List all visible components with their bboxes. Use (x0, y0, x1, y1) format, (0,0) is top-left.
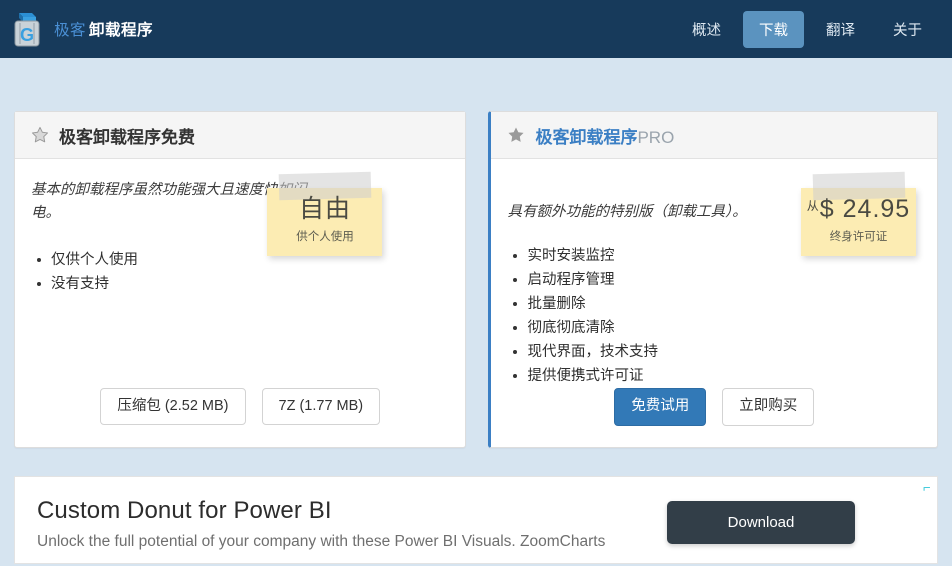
pro-sticky-main: 从$ 24.95 (801, 188, 916, 224)
free-feature-list: 仅供个人使用 没有支持 (31, 248, 449, 296)
star-outline-icon (31, 126, 49, 143)
nav-link-translate[interactable]: 翻译 (810, 11, 871, 48)
free-trial-button[interactable]: 免费试用 (614, 388, 707, 426)
download-zip-button[interactable]: 压缩包 (2.52 MB) (100, 387, 246, 425)
brand-prefix: 极客 (54, 22, 87, 39)
free-sticky-sub: 供个人使用 (296, 230, 354, 243)
ad-download-button[interactable]: Download (667, 501, 855, 544)
pro-card-title-main: 极客卸载程序 (535, 127, 638, 147)
list-item: 批量删除 (507, 292, 921, 316)
free-card-body: 自由 供个人使用 基本的卸载程序虽然功能强大且速度快如闪电。 仅供个人使用 没有… (15, 159, 465, 388)
pro-card-description: 具有额外功能的特别版（卸载工具）。 (507, 204, 747, 220)
recycle-bin-g-icon: G (14, 13, 40, 47)
free-sticky-main: 自由 (298, 195, 351, 223)
nav-link-download[interactable]: 下载 (743, 10, 804, 48)
free-card-actions: 压缩包 (2.52 MB) 7Z (1.77 MB) (15, 387, 465, 447)
pro-feature-list: 实时安装监控 启动程序管理 批量删除 彻底彻底清除 现代界面，技术支持 提供便携… (507, 244, 921, 388)
nav-link-about[interactable]: 关于 (877, 11, 938, 48)
pro-edition-card: 极客卸载程序PRO 从$ 24.95 终身许可证 具有额外功能的特别版（卸载工具… (488, 111, 938, 448)
list-item: 现代界面，技术支持 (507, 340, 921, 364)
svg-text:G: G (20, 25, 34, 45)
pro-card-title-suffix: PRO (637, 127, 675, 147)
brand-logo-link[interactable]: G 极客 卸载程序 (10, 10, 153, 48)
brand-text: 极客 卸载程序 (54, 18, 153, 40)
list-item: 启动程序管理 (507, 268, 921, 292)
free-edition-card: 极客卸载程序免费 自由 供个人使用 基本的卸载程序虽然功能强大且速度快如闪电。 … (14, 111, 467, 448)
free-card-title: 极客卸载程序免费 (59, 127, 195, 147)
pro-price-sticky-note: 从$ 24.95 终身许可证 (801, 171, 916, 256)
pro-card-title: 极客卸载程序PRO (535, 123, 674, 148)
pro-card-header: 极客卸载程序PRO (491, 112, 937, 159)
free-price-sticky-note: 自由 供个人使用 (267, 171, 383, 256)
list-item: 提供便携式许可证 (507, 364, 921, 388)
pro-card-actions: 免费试用 立即购买 (491, 388, 937, 447)
page-content: 极客卸载程序免费 自由 供个人使用 基本的卸载程序虽然功能强大且速度快如闪电。 … (0, 58, 952, 564)
brand-name: 卸载程序 (89, 22, 154, 39)
star-filled-icon (508, 127, 525, 142)
pro-sticky-from: 从 (806, 199, 819, 213)
list-item: 彻底彻底清除 (507, 316, 921, 340)
advertisement-banner[interactable]: Custom Donut for Power BI Unlock the ful… (14, 476, 938, 564)
top-navigation-bar: G 极客 卸载程序 概述 下载 翻译 关于 (0, 0, 952, 58)
list-item: 仅供个人使用 (31, 248, 449, 272)
primary-nav: 概述 下载 翻译 关于 (676, 10, 938, 48)
free-card-header: 极客卸载程序免费 (15, 112, 466, 159)
pro-card-body: 从$ 24.95 终身许可证 具有额外功能的特别版（卸载工具）。 实时安装监控 … (491, 159, 937, 388)
pro-sticky-price: $ 24.95 (819, 195, 911, 223)
buy-now-button[interactable]: 立即购买 (722, 388, 815, 426)
ad-close-icon[interactable]: ⌐ (923, 481, 935, 495)
list-item: 没有支持 (31, 272, 449, 296)
pricing-cards: 极客卸载程序免费 自由 供个人使用 基本的卸载程序虽然功能强大且速度快如闪电。 … (14, 58, 938, 448)
download-7z-button[interactable]: 7Z (1.77 MB) (261, 387, 381, 425)
nav-link-overview[interactable]: 概述 (676, 11, 737, 48)
pro-sticky-sub: 终身许可证 (829, 230, 888, 243)
